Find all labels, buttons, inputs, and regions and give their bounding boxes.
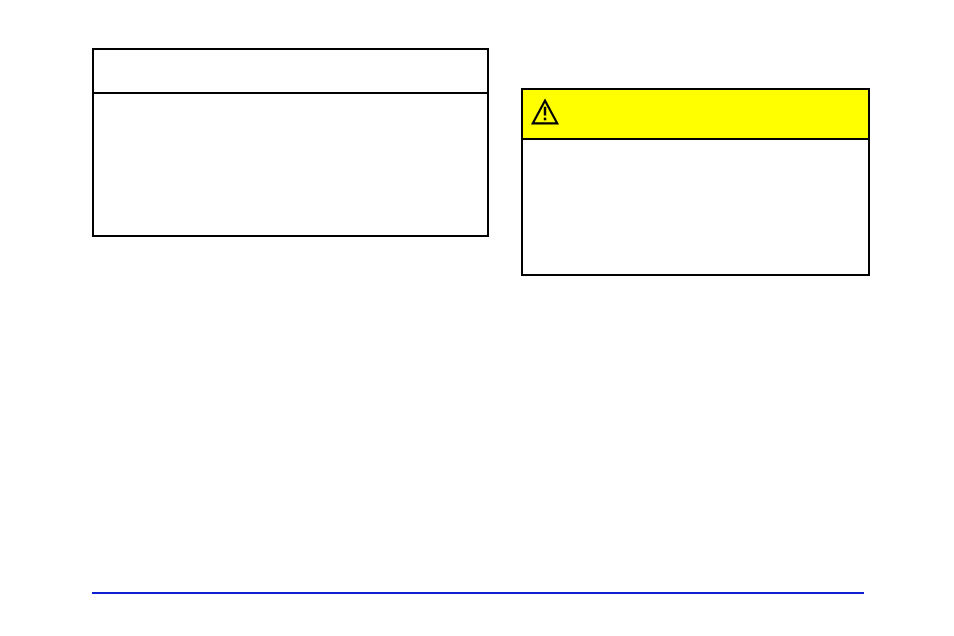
warning-icon: [531, 98, 559, 131]
notice-header: [94, 50, 487, 94]
footer-divider: [92, 592, 864, 594]
caution-box: [521, 88, 870, 276]
notice-body: [94, 94, 487, 114]
caution-body: [523, 140, 868, 274]
notice-box: [92, 48, 489, 237]
caution-header: [523, 90, 868, 140]
